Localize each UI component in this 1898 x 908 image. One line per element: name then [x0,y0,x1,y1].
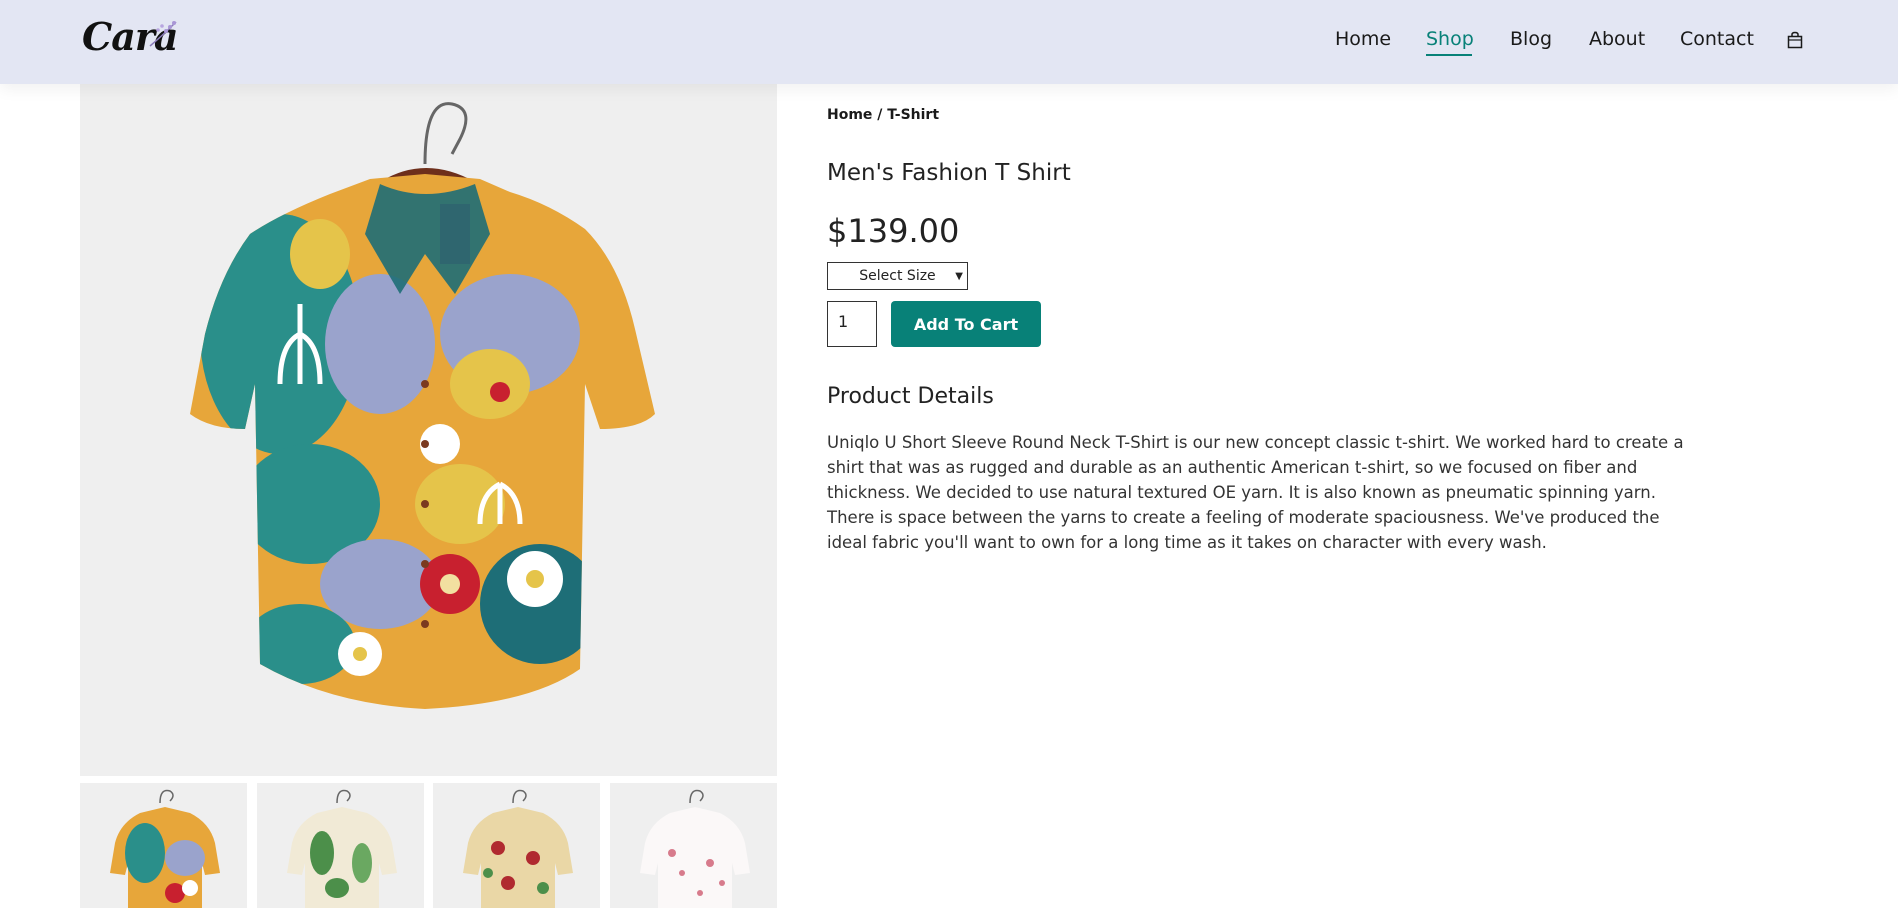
site-header: Cara Home Shop Blog About Contact [0,0,1898,84]
thumbnail-4[interactable] [610,783,777,908]
breadcrumb[interactable]: Home / T-Shirt [827,107,939,123]
nav-shop[interactable]: Shop [1426,28,1474,56]
shopping-bag-icon[interactable] [1786,31,1804,49]
quantity-input[interactable]: 1 [827,301,877,347]
size-select-value: Select Size [859,268,936,284]
main-nav: Home Shop Blog About Contact [0,0,1898,84]
chevron-down-icon: ▼ [955,271,963,282]
product-title: Men's Fashion T Shirt [827,160,1071,186]
product-details-heading: Product Details [827,384,994,409]
main-product-image[interactable] [80,84,777,776]
nav-blog[interactable]: Blog [1510,28,1552,50]
thumbnail-3[interactable] [433,783,600,908]
nav-about[interactable]: About [1589,28,1645,50]
thumbnail-gallery [80,783,777,908]
nav-contact[interactable]: Contact [1680,28,1754,50]
thumbnail-2[interactable] [257,783,424,908]
nav-home[interactable]: Home [1335,28,1391,50]
add-to-cart-button[interactable]: Add To Cart [891,301,1041,347]
size-select[interactable]: Select Size ▼ [827,262,968,290]
thumbnail-1[interactable] [80,783,247,908]
product-price: $139.00 [827,212,960,250]
product-description: Uniqlo U Short Sleeve Round Neck T-Shirt… [827,433,1684,552]
